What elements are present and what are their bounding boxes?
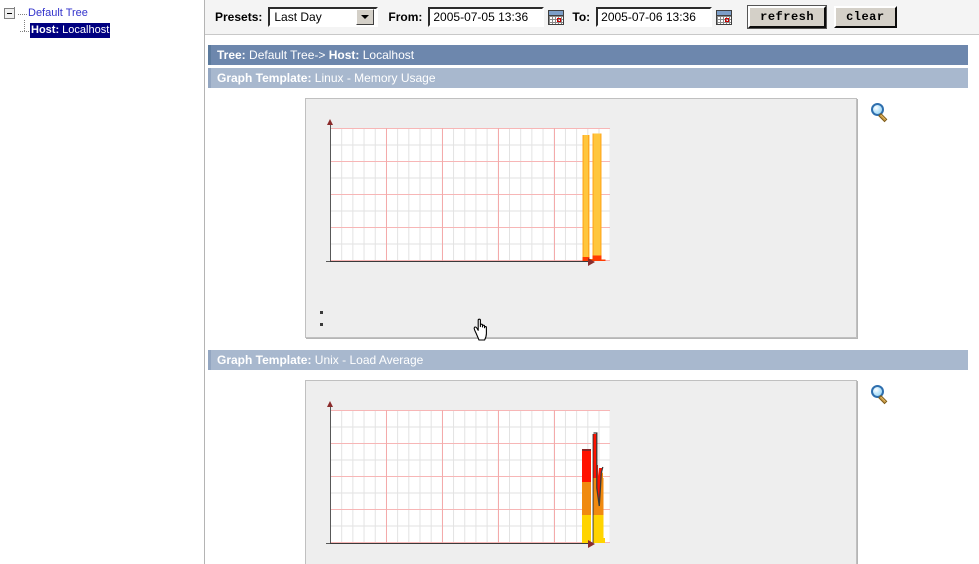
- refresh-button[interactable]: refresh: [748, 6, 827, 28]
- tree-header-host-prefix: Host:: [325, 48, 360, 62]
- tree-link-host-localhost[interactable]: Host: Localhost: [30, 23, 111, 38]
- calendar-selected-day: [725, 17, 730, 22]
- graph-template-header-memory: Graph Template: Linux - Memory Usage: [208, 68, 968, 88]
- tree-header-tree-name: Default Tree->: [245, 48, 326, 62]
- legend-marker: [320, 311, 323, 314]
- y-axis-memory: [330, 124, 331, 261]
- axis-tick: [326, 261, 330, 262]
- legend-memory: [320, 311, 323, 335]
- graph-row-memory: [208, 88, 979, 338]
- main-content-area: Presets: Last Day From: To: refresh clea…: [205, 0, 979, 564]
- tree-header-prefix: Tree:: [217, 48, 246, 62]
- tree-header-host-name: Localhost: [359, 48, 415, 62]
- y-axis-load: [330, 406, 331, 543]
- grid-major-memory: [330, 128, 610, 261]
- graph-row-load: [208, 370, 979, 564]
- x-axis-arrow-icon-memory: [588, 258, 595, 266]
- grid-major-load: [330, 410, 610, 543]
- graph-image-memory[interactable]: [305, 98, 857, 338]
- tree-connector-horizontal: [18, 14, 27, 15]
- chevron-down-icon[interactable]: [356, 9, 375, 25]
- template-name-memory: Linux - Memory Usage: [311, 71, 436, 85]
- x-axis-memory: [326, 261, 588, 262]
- tree-node-default-tree[interactable]: Default Tree: [0, 6, 204, 23]
- from-date-input[interactable]: [428, 7, 545, 27]
- template-prefix-memory: Graph Template:: [217, 71, 312, 85]
- magnifier-icon-load[interactable]: [871, 385, 891, 405]
- plot-area-load: [330, 410, 610, 543]
- axis-tick: [326, 543, 330, 544]
- graph-list: Tree: Default Tree-> Host: Localhost Gra…: [205, 35, 979, 564]
- tree-link-host-label: Host:: [31, 24, 60, 36]
- date-range-toolbar: Presets: Last Day From: To: refresh clea…: [205, 0, 979, 35]
- tree-connector-stub: [14, 7, 15, 12]
- tree-navigation: Default Tree Host: Localhost: [0, 0, 204, 40]
- magnifier-handle: [878, 113, 888, 123]
- template-prefix-load: Graph Template:: [217, 353, 312, 367]
- tree-host-header-bar: Tree: Default Tree-> Host: Localhost: [208, 45, 968, 65]
- y-axis-arrow-icon-load: [327, 401, 333, 407]
- calendar-selected-day: [557, 17, 562, 22]
- from-label: From:: [388, 10, 423, 24]
- legend-marker: [320, 323, 323, 326]
- sidebar-tree-panel: Default Tree Host: Localhost: [0, 0, 205, 564]
- to-date-input[interactable]: [596, 7, 713, 27]
- x-axis-arrow-icon-load: [588, 540, 595, 548]
- presets-select[interactable]: Last Day: [268, 7, 379, 27]
- to-label: To:: [572, 10, 591, 24]
- clear-button[interactable]: clear: [834, 6, 897, 28]
- tree-connector-vertical: [24, 20, 25, 32]
- x-axis-load: [326, 543, 588, 544]
- presets-label: Presets:: [215, 10, 263, 24]
- calendar-icon-from[interactable]: [548, 9, 565, 25]
- tree-expander-minus-icon[interactable]: [4, 7, 15, 19]
- tree-link-host-value: Localhost: [59, 24, 110, 36]
- presets-select-value: Last Day: [274, 10, 322, 24]
- tree-link-default-tree[interactable]: Default Tree: [28, 6, 88, 21]
- graph-template-header-load: Graph Template: Unix - Load Average: [208, 350, 968, 370]
- template-name-load: Unix - Load Average: [311, 353, 424, 367]
- graph-image-load[interactable]: [305, 380, 857, 564]
- y-axis-arrow-icon-memory: [327, 119, 333, 125]
- magnifier-icon-memory[interactable]: [871, 103, 891, 123]
- tree-node-host-localhost[interactable]: Host: Localhost: [0, 23, 204, 40]
- plot-area-memory: [330, 128, 610, 261]
- application-root: Default Tree Host: Localhost Presets: La…: [0, 0, 979, 564]
- magnifier-handle: [878, 395, 888, 405]
- calendar-icon-to[interactable]: [716, 9, 733, 25]
